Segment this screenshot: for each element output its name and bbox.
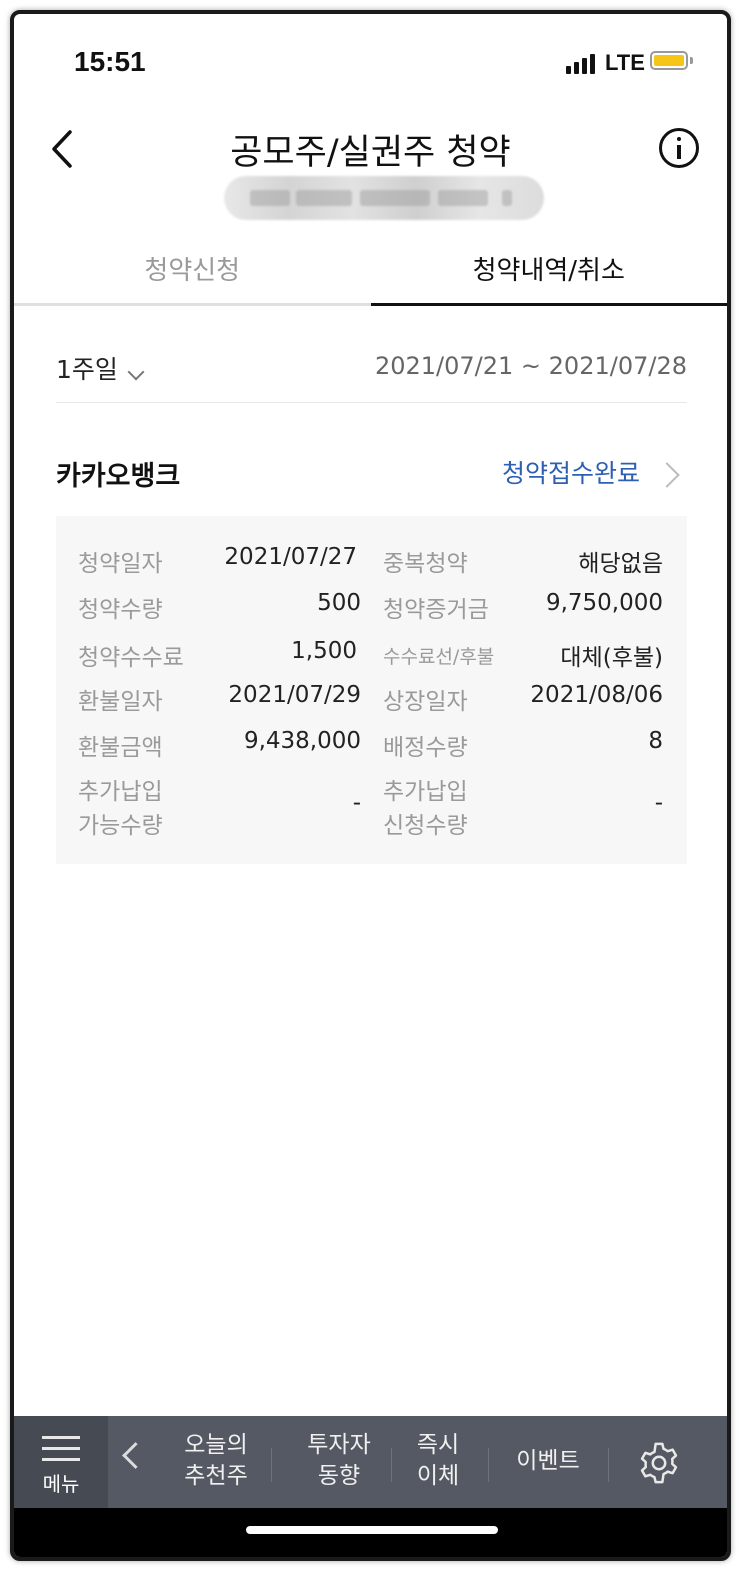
value-fee: 1,500	[291, 638, 357, 664]
label-additional-requested-line1: 추가납입	[383, 779, 468, 805]
value-refund-amount: 9,438,000	[243, 728, 361, 754]
phone-screen: 15:51 LTE 공모주/실권주 청약 청약신청 청약내역/취소 1주일 20…	[10, 10, 731, 1561]
label-fee-timing: 수수료선/후불	[383, 646, 495, 668]
status-time: 15:51	[74, 46, 146, 77]
nav-label-line1: 즉시	[416, 1432, 460, 1458]
tab-bar: 청약신청 청약내역/취소	[14, 244, 727, 306]
nav-investor-trends[interactable]: 투자자 동향	[286, 1430, 392, 1492]
value-additional-requested: -	[654, 790, 663, 816]
nav-events[interactable]: 이벤트	[498, 1446, 598, 1477]
value-allocated-quantity: 8	[648, 728, 663, 754]
signal-icon	[566, 54, 595, 74]
value-deposit: 9,750,000	[545, 590, 663, 616]
label-additional-available-line1: 추가납입	[78, 779, 163, 805]
label-allocated-quantity: 배정수량	[383, 735, 468, 761]
label-duplicate-subscription: 중복청약	[383, 551, 468, 577]
home-indicator[interactable]	[246, 1526, 498, 1534]
nav-label-line1: 이벤트	[516, 1448, 580, 1474]
subscription-status-link[interactable]: 청약접수완료	[502, 454, 640, 490]
label-additional-available-line2: 가능수량	[78, 813, 163, 839]
label-fee: 청약수수료	[78, 645, 184, 671]
label-additional-requested-line2: 신청수량	[383, 813, 468, 839]
nav-separator	[608, 1448, 609, 1482]
nav-separator	[271, 1448, 272, 1482]
value-duplicate-subscription: 해당없음	[578, 551, 663, 577]
value-fee-timing: 대체(후불)	[560, 645, 663, 671]
label-subscription-date: 청약일자	[78, 551, 163, 577]
hamburger-icon	[42, 1436, 80, 1462]
subscription-details: 청약일자 2021/07/27 중복청약 해당없음 청약수량 500 청약증거금…	[56, 516, 687, 864]
bottom-nav: 메뉴 오늘의 추천주 투자자 동향 즉시 이체 이벤트	[14, 1416, 727, 1508]
nav-label-line1: 투자자	[307, 1432, 371, 1458]
label-quantity: 청약수량	[78, 597, 163, 623]
battery-icon	[650, 51, 688, 70]
tab-subscription-apply[interactable]: 청약신청	[14, 244, 371, 306]
nav-label-line1: 오늘의	[184, 1432, 248, 1458]
battery-tip	[690, 57, 693, 64]
nav-separator	[391, 1448, 392, 1482]
chevron-left-icon	[52, 130, 72, 168]
blurred-account-info	[224, 176, 544, 220]
chevron-down-icon[interactable]	[127, 363, 145, 381]
chevron-left-icon[interactable]	[122, 1442, 149, 1469]
divider	[56, 402, 687, 403]
nav-separator	[488, 1448, 489, 1482]
network-label: LTE	[605, 50, 645, 75]
gear-icon[interactable]	[636, 1440, 682, 1486]
page-title: 공모주/실권주 청약	[230, 133, 511, 173]
label-refund-amount: 환불금액	[78, 735, 163, 761]
nav-instant-transfer[interactable]: 즉시 이체	[398, 1430, 478, 1492]
value-listing-date: 2021/08/06	[530, 682, 663, 708]
date-range: 2021/07/21 ~ 2021/07/28	[374, 352, 687, 380]
home-indicator-area	[14, 1508, 727, 1557]
nav-recommended-stocks[interactable]: 오늘의 추천주	[166, 1430, 266, 1492]
value-additional-available: -	[352, 790, 361, 816]
nav-label-line2: 이체	[416, 1463, 460, 1489]
menu-button[interactable]: 메뉴	[14, 1416, 108, 1508]
label-listing-date: 상장일자	[383, 689, 468, 715]
period-select[interactable]: 1주일	[56, 350, 118, 386]
value-quantity: 500	[317, 590, 361, 616]
tab-subscription-history[interactable]: 청약내역/취소	[370, 244, 727, 306]
info-icon[interactable]	[659, 128, 699, 168]
label-refund-date: 환불일자	[78, 689, 163, 715]
bank-name: 카카오뱅크	[56, 461, 181, 492]
chevron-right-icon[interactable]	[654, 462, 680, 488]
back-button[interactable]	[42, 124, 82, 174]
menu-label: 메뉴	[42, 1472, 80, 1496]
value-refund-date: 2021/07/29	[228, 682, 361, 708]
label-deposit: 청약증거금	[383, 597, 489, 623]
nav-label-line2: 추천주	[184, 1463, 248, 1489]
value-subscription-date: 2021/07/27	[224, 544, 357, 570]
nav-label-line2: 동향	[317, 1463, 361, 1489]
